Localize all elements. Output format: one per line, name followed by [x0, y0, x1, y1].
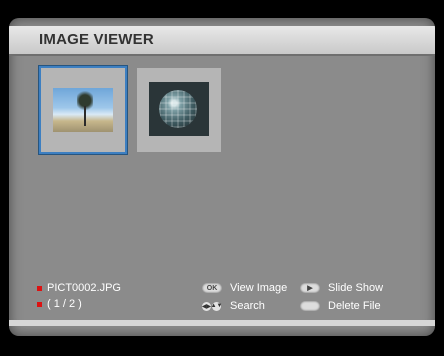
file-index-row: ( 1 / 2 ): [37, 298, 82, 310]
image-viewer-screen: IMAGE VIEWER PICT0002.JPG ( 1 / 2 ) OK V…: [9, 18, 435, 336]
legend-delete-file: Delete File: [300, 300, 381, 312]
navigation-arrows-icon: ◀▶ ▲▼: [202, 301, 223, 311]
file-name-row: PICT0002.JPG: [37, 282, 121, 294]
up-down-arrow-icon: ▲▼: [210, 301, 223, 311]
thumbnail-2[interactable]: [137, 68, 221, 152]
view-image-label: View Image: [230, 282, 288, 294]
red-bullet-icon: [37, 301, 42, 307]
file-name: PICT0002.JPG: [47, 282, 121, 294]
delete-button-icon: [300, 301, 320, 311]
slide-show-button-icon: ▶: [300, 283, 320, 293]
page-title: IMAGE VIEWER: [39, 31, 154, 48]
legend-slide-show: ▶ Slide Show: [300, 282, 383, 294]
thumbnail-image-1: [53, 88, 113, 132]
tree-trunk: [84, 106, 86, 126]
thumbnail-1[interactable]: [39, 66, 127, 154]
red-bullet-icon: [37, 285, 42, 291]
file-index: ( 1 / 2 ): [47, 298, 82, 310]
thumbnail-image-2: [149, 82, 209, 136]
ok-button-icon: OK: [202, 283, 222, 293]
slide-show-label: Slide Show: [328, 282, 384, 294]
delete-file-label: Delete File: [328, 300, 381, 312]
disco-ball-icon: [159, 90, 197, 128]
legend-search: ◀▶ ▲▼ Search: [202, 300, 265, 312]
legend-view-image: OK View Image: [202, 282, 287, 294]
search-label: Search: [230, 300, 265, 312]
title-bar: IMAGE VIEWER: [9, 26, 435, 56]
bottom-bar: [9, 320, 435, 326]
